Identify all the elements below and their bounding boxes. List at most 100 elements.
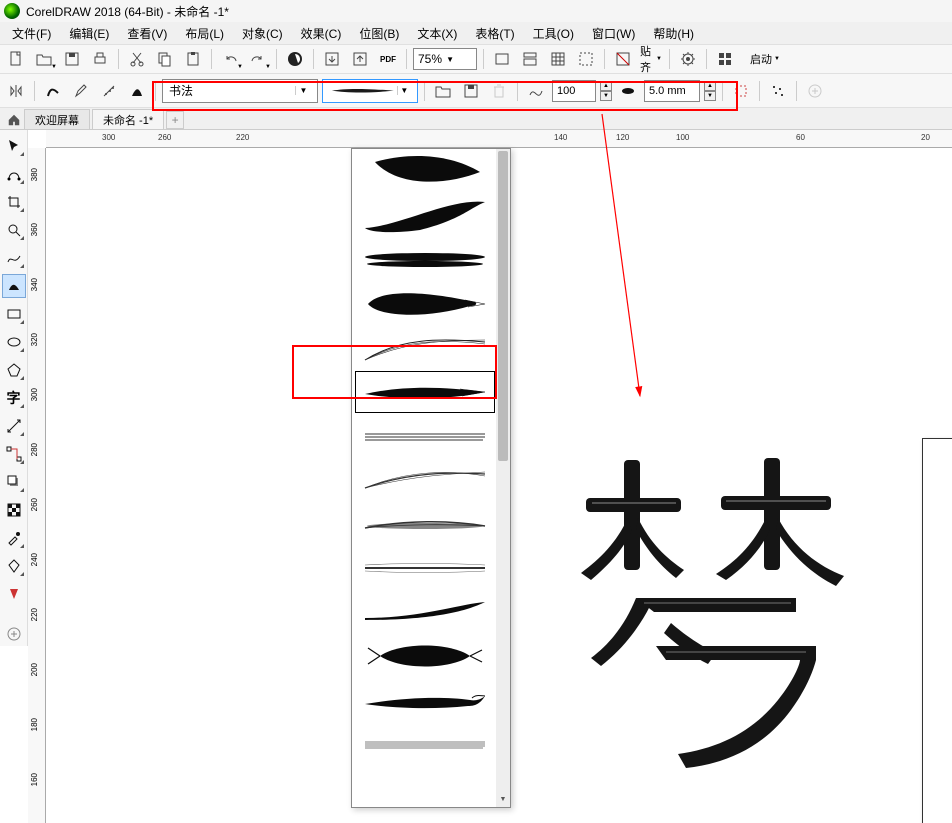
document-canvas[interactable]: ▲ ▼	[46, 148, 952, 823]
undo-button[interactable]: ▼	[218, 47, 242, 71]
menu-effect[interactable]: 效果(C)	[293, 23, 350, 44]
save-brush-button[interactable]	[459, 79, 483, 103]
standard-toolbar: ▼ ▼ ▼ PDF 75%▼ 贴齐▼ 启动▼	[0, 44, 952, 74]
text-tool[interactable]: 字	[2, 386, 26, 410]
bounding-box-button[interactable]	[729, 79, 753, 103]
crop-tool[interactable]	[2, 190, 26, 214]
menu-text[interactable]: 文本(X)	[409, 23, 465, 44]
parallel-dimension-tool[interactable]	[2, 414, 26, 438]
snap-dropdown[interactable]: 贴齐▼	[639, 47, 663, 71]
brush-option-7[interactable]	[355, 415, 495, 457]
brush-option-10[interactable]	[355, 547, 495, 589]
save-button[interactable]	[60, 47, 84, 71]
vertical-ruler[interactable]: 380 360 340 320 300 280 260 240 220 200 …	[28, 148, 46, 823]
window-title: CorelDRAW 2018 (64-Bit) - 未命名 -1*	[26, 3, 229, 20]
canvas-area: 300 260 220 140 120 100 60 20 380 360 34…	[28, 130, 952, 823]
new-button[interactable]	[4, 47, 28, 71]
width-field[interactable]: 5.0 mm	[644, 80, 700, 102]
brush-option-3[interactable]	[355, 239, 495, 281]
menu-object[interactable]: 对象(C)	[234, 23, 291, 44]
brush-tool-button[interactable]	[69, 79, 93, 103]
brush-option-8[interactable]	[355, 459, 495, 501]
menu-bitmap[interactable]: 位图(B)	[351, 23, 407, 44]
menu-layout[interactable]: 布局(L)	[177, 23, 232, 44]
export-button[interactable]	[348, 47, 372, 71]
eyedropper-tool[interactable]	[2, 526, 26, 550]
brush-stroke-dropdown-list[interactable]: ▲ ▼	[351, 148, 511, 808]
brush-option-1[interactable]	[355, 151, 495, 193]
brush-stroke-combo[interactable]: ▼	[322, 79, 418, 103]
brush-option-9[interactable]	[355, 503, 495, 545]
brush-option-11[interactable]	[355, 591, 495, 633]
import-button[interactable]	[320, 47, 344, 71]
paste-button[interactable]	[181, 47, 205, 71]
publish-pdf-button[interactable]: PDF	[376, 47, 400, 71]
preset-stroke-button[interactable]	[41, 79, 65, 103]
ellipse-tool[interactable]	[2, 330, 26, 354]
print-button[interactable]	[88, 47, 112, 71]
canvas-artwork[interactable]	[566, 448, 886, 768]
smoothing-spinner[interactable]: ▲▼	[600, 81, 612, 101]
drop-shadow-tool[interactable]	[2, 470, 26, 494]
copy-button[interactable]	[153, 47, 177, 71]
brush-list-scrollbar[interactable]: ▲ ▼	[496, 149, 510, 807]
redo-button[interactable]: ▼	[246, 47, 270, 71]
polygon-tool[interactable]	[2, 358, 26, 382]
cut-button[interactable]	[125, 47, 149, 71]
document-tab[interactable]: 未命名 -1*	[92, 109, 164, 129]
artistic-media-tool[interactable]	[2, 274, 26, 298]
shape-tool[interactable]	[2, 162, 26, 186]
show-guides-button[interactable]	[574, 47, 598, 71]
zoom-tool[interactable]	[2, 218, 26, 242]
menu-edit[interactable]: 编辑(E)	[61, 23, 117, 44]
menu-view[interactable]: 查看(V)	[119, 23, 175, 44]
app-launcher-button[interactable]	[713, 47, 737, 71]
brush-option-4[interactable]	[355, 283, 495, 325]
brush-option-14[interactable]	[355, 723, 495, 765]
new-tab-button[interactable]: +	[166, 111, 184, 129]
transparency-tool[interactable]	[2, 498, 26, 522]
open-button[interactable]: ▼	[32, 47, 56, 71]
freehand-tool[interactable]	[2, 246, 26, 270]
calligraphic-button[interactable]	[125, 79, 149, 103]
brush-option-13[interactable]	[355, 679, 495, 721]
show-grid-button[interactable]	[546, 47, 570, 71]
brush-option-6-selected[interactable]	[355, 371, 495, 413]
menu-file[interactable]: 文件(F)	[4, 23, 59, 44]
connector-tool[interactable]	[2, 442, 26, 466]
category-value: 书法	[169, 82, 193, 99]
expand-toolbox-button[interactable]	[2, 622, 26, 646]
menu-table[interactable]: 表格(T)	[467, 23, 522, 44]
sprayer-button[interactable]	[97, 79, 121, 103]
scroll-thumb[interactable]	[498, 151, 508, 461]
welcome-tab[interactable]: 欢迎屏幕	[24, 109, 90, 129]
delete-brush-button[interactable]	[487, 79, 511, 103]
launch-dropdown[interactable]: 启动▼	[741, 47, 789, 71]
scroll-down-icon[interactable]: ▼	[498, 796, 508, 806]
brush-option-12[interactable]	[355, 635, 495, 677]
width-spinner[interactable]: ▲▼	[704, 81, 716, 101]
brush-option-2[interactable]	[355, 195, 495, 237]
options-button[interactable]	[676, 47, 700, 71]
horizontal-ruler[interactable]: 300 260 220 140 120 100 60 20	[46, 130, 952, 148]
menu-tools[interactable]: 工具(O)	[525, 23, 582, 44]
category-combo[interactable]: 书法▼	[162, 79, 318, 103]
rectangle-tool[interactable]	[2, 302, 26, 326]
fullscreen-button[interactable]	[490, 47, 514, 71]
interactive-fill-tool[interactable]	[2, 554, 26, 578]
home-tab-icon[interactable]	[4, 111, 24, 129]
smart-fill-tool[interactable]	[2, 582, 26, 606]
pick-tool[interactable]	[2, 134, 26, 158]
menu-window[interactable]: 窗口(W)	[584, 23, 643, 44]
brush-option-5[interactable]	[355, 327, 495, 369]
add-preset-button[interactable]	[803, 79, 827, 103]
smoothing-field[interactable]: 100	[552, 80, 596, 102]
zoom-combo[interactable]: 75%▼	[413, 48, 477, 70]
search-button[interactable]	[283, 47, 307, 71]
mirror-h-button[interactable]	[4, 79, 28, 103]
snap-off-button[interactable]	[611, 47, 635, 71]
show-rulers-button[interactable]	[518, 47, 542, 71]
scatter-button[interactable]	[766, 79, 790, 103]
menu-help[interactable]: 帮助(H)	[645, 23, 702, 44]
browse-button[interactable]	[431, 79, 455, 103]
